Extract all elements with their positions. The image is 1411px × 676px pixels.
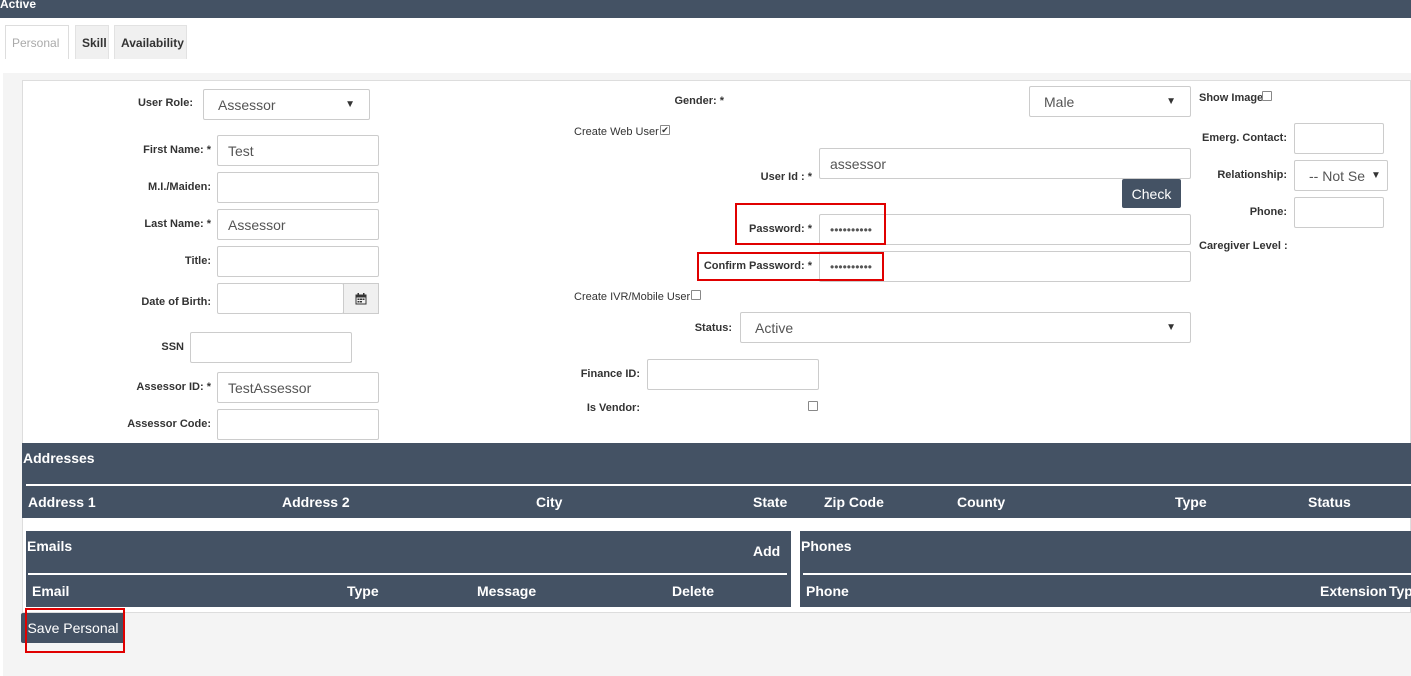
col-county: County (957, 494, 1006, 510)
status-select[interactable]: Active ▼ (740, 312, 1191, 343)
assessor-code-input[interactable] (217, 409, 379, 440)
chevron-down-icon: ▼ (1371, 170, 1381, 181)
gender-select[interactable]: Male ▼ (1029, 86, 1191, 117)
emails-title: Emails (27, 538, 73, 554)
emerg-contact-input[interactable] (1294, 123, 1384, 154)
user-role-select[interactable]: Assessor ▼ (203, 89, 370, 120)
tab-skill-label: Skill (82, 36, 107, 50)
finance-id-label: Finance ID: (580, 368, 640, 380)
check-button[interactable]: Check (1122, 179, 1181, 208)
col-city: City (536, 494, 563, 510)
relationship-value: -- Not Se (1309, 167, 1366, 184)
is-vendor-checkbox[interactable] (808, 401, 818, 411)
relationship-select[interactable]: -- Not Se ▼ (1294, 160, 1388, 191)
title-input[interactable] (217, 246, 379, 277)
save-personal-highlight (25, 608, 125, 653)
chevron-down-icon: ▼ (345, 99, 355, 110)
tab-personal-label: Personal (12, 36, 60, 50)
dob-input[interactable] (217, 283, 344, 314)
calendar-icon (355, 292, 367, 304)
dob-label: Date of Birth: (141, 296, 211, 308)
col-message: Message (477, 583, 537, 599)
first-name-input[interactable]: Test (217, 135, 379, 166)
col-phone: Phone (806, 583, 849, 599)
phone-label: Phone: (1249, 206, 1287, 218)
assessor-id-label: Assessor ID: * (136, 381, 211, 393)
finance-id-input[interactable] (647, 359, 819, 390)
status-value: Active (755, 319, 794, 336)
tab-availability-label: Availability (121, 36, 184, 50)
col-zip-code: Zip Code (824, 494, 884, 510)
create-web-user-checkbox[interactable]: ✔ (660, 125, 670, 135)
gender-label: Gender: * (674, 95, 724, 107)
create-ivr-label: Create IVR/Mobile User (574, 291, 691, 303)
show-image-checkbox[interactable] (1262, 91, 1272, 101)
status-label: Status: (694, 322, 732, 334)
user-id-label: User Id : * (760, 171, 812, 183)
gender-value: Male (1044, 93, 1075, 110)
tab-availability[interactable]: Availability (114, 25, 187, 59)
chevron-down-icon: ▼ (1166, 96, 1176, 107)
user-role-label: User Role: (137, 97, 193, 109)
show-image-label: Show Image (1199, 92, 1264, 104)
is-vendor-label: Is Vendor: (586, 402, 640, 414)
first-name-label: First Name: * (143, 144, 211, 156)
col-phone-type: Typ (1389, 583, 1411, 599)
addresses-table-header: Address 1 Address 2 City State Zip Code … (26, 484, 1411, 518)
phone-input[interactable] (1294, 197, 1384, 228)
user-id-input[interactable]: assessor (819, 148, 1191, 179)
mi-maiden-input[interactable] (217, 172, 379, 203)
create-ivr-checkbox[interactable] (691, 290, 701, 300)
col-email: Email (32, 583, 70, 599)
chevron-down-icon: ▼ (1166, 322, 1176, 333)
ssn-label: SSN (161, 341, 184, 353)
col-state: State (753, 494, 788, 510)
emails-add-button[interactable]: Add (753, 543, 780, 559)
last-name-input[interactable]: Assessor (217, 209, 379, 240)
last-name-label: Last Name: * (144, 218, 211, 230)
ssn-input[interactable] (190, 332, 352, 363)
user-role-value: Assessor (218, 96, 276, 113)
col-delete: Delete (672, 583, 715, 599)
relationship-label: Relationship: (1217, 169, 1287, 181)
col-status: Status (1308, 494, 1351, 510)
emerg-contact-label: Emerg. Contact: (1202, 132, 1287, 144)
col-address-1: Address 1 (28, 494, 96, 510)
status-bar-text: Active (0, 0, 37, 11)
col-extension: Extension (1320, 583, 1387, 599)
create-web-user-label: Create Web User (574, 126, 659, 138)
status-bar: Active (0, 0, 1411, 18)
phones-table-header: Phone Extension Typ (803, 573, 1411, 607)
emails-table-header: Email Type Message Delete (28, 573, 787, 607)
password-highlight (735, 203, 886, 245)
mi-maiden-label: M.I./Maiden: (148, 181, 211, 193)
tab-skill[interactable]: Skill (75, 25, 109, 59)
calendar-button[interactable] (343, 283, 379, 314)
assessor-code-label: Assessor Code: (127, 418, 211, 430)
col-address-2: Address 2 (282, 494, 350, 510)
confirm-password-highlight (697, 252, 884, 281)
assessor-id-input[interactable]: TestAssessor (217, 372, 379, 403)
addresses-title: Addresses (23, 450, 95, 466)
title-label: Title: (184, 255, 211, 267)
phones-title: Phones (801, 538, 852, 554)
tab-personal[interactable]: Personal (5, 25, 69, 59)
col-type: Type (1175, 494, 1207, 510)
col-email-type: Type (347, 583, 379, 599)
caregiver-level-label: Caregiver Level : (1199, 240, 1288, 252)
